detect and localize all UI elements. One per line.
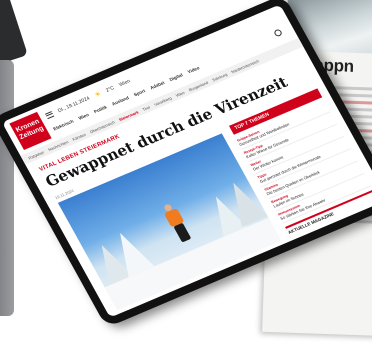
search-icon[interactable] [273, 28, 283, 38]
sub-nav-item[interactable]: Kärnten [71, 131, 86, 141]
nav-item[interactable]: Wien [78, 112, 90, 121]
sub-nav-item[interactable]: Burgenland [188, 80, 209, 92]
sub-nav-item[interactable]: Wien [175, 90, 186, 98]
sub-nav-item[interactable]: Salzburg [211, 71, 228, 82]
header-location: Wien [118, 78, 132, 89]
runner-figure [159, 201, 197, 247]
nav-item[interactable]: Elektrisch [52, 119, 74, 132]
nav-item[interactable]: Politik [93, 105, 108, 115]
sub-nav-item[interactable]: Oberösterreich [89, 119, 116, 134]
header-temperature: 2°C [104, 85, 116, 94]
sun-icon: ☀ [93, 90, 103, 100]
sub-nav-item[interactable]: Vorarlberg [153, 95, 172, 107]
header-date: DI., 19.11.2024 [56, 95, 91, 115]
nav-item[interactable]: Ausland [111, 95, 130, 106]
nav-item[interactable]: Video [187, 65, 201, 74]
nav-item[interactable]: Digital [168, 72, 183, 82]
menu-icon[interactable] [44, 111, 55, 120]
sub-nav-item[interactable]: Niederösterreich [230, 58, 259, 74]
nav-item[interactable]: Sport [133, 88, 146, 97]
sub-nav-item[interactable]: Steiermark [118, 109, 139, 121]
sub-nav-item[interactable]: Nachrichten [47, 139, 69, 152]
nav-item[interactable]: Adabei [149, 80, 165, 90]
dark-device-corner [0, 0, 28, 70]
gray-device-edge [0, 60, 14, 316]
runner-legs [173, 222, 192, 243]
sub-nav-item[interactable]: Tirol [141, 104, 150, 111]
sub-nav-item[interactable]: Ratgeber [27, 149, 45, 160]
